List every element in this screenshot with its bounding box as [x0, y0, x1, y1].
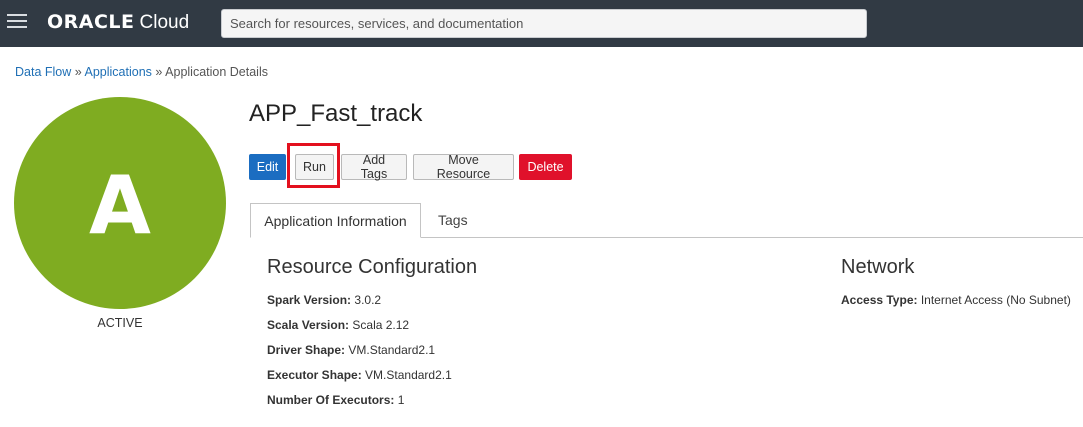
move-resource-button[interactable]: Move Resource [413, 153, 514, 181]
field-value: VM.Standard2.1 [348, 343, 436, 357]
breadcrumb-current: Application Details [165, 65, 268, 79]
executor-shape-field: Executor Shape: VM.Standard2.1 [267, 368, 452, 382]
access-type-field: Access Type: Internet Access (No Subnet) [841, 293, 1071, 307]
menu-icon[interactable] [7, 14, 27, 30]
oracle-cloud-logo[interactable]: ORACLE Cloud [47, 11, 189, 37]
breadcrumb: Data Flow » Applications » Application D… [15, 65, 268, 79]
field-value: Scala 2.12 [352, 318, 410, 332]
field-label: Number Of Executors: [267, 393, 395, 407]
field-label: Executor Shape: [267, 368, 362, 382]
logo-brand: ORACLE [47, 11, 135, 33]
breadcrumb-data-flow[interactable]: Data Flow [15, 65, 71, 79]
edit-button[interactable]: Edit [249, 154, 286, 180]
page-title: APP_Fast_track [249, 100, 423, 127]
field-label: Spark Version: [267, 293, 352, 307]
field-label: Access Type: [841, 293, 918, 307]
field-label: Driver Shape: [267, 343, 346, 357]
run-button[interactable]: Run [295, 154, 334, 180]
spark-version-field: Spark Version: 3.0.2 [267, 293, 381, 307]
field-value: Internet Access (No Subnet) [920, 293, 1071, 307]
field-value: 1 [397, 393, 405, 407]
add-tags-button[interactable]: Add Tags [341, 153, 407, 181]
breadcrumb-applications[interactable]: Applications [85, 65, 152, 79]
application-avatar: A [14, 97, 226, 309]
tab-application-information[interactable]: Application Information [250, 203, 421, 238]
status-label: ACTIVE [97, 316, 143, 330]
tab-tags[interactable]: Tags [438, 212, 468, 228]
field-value: VM.Standard2.1 [365, 368, 452, 382]
breadcrumb-separator: » [74, 65, 82, 79]
resource-configuration-heading: Resource Configuration [267, 256, 478, 278]
field-value: 3.0.2 [354, 293, 382, 307]
scala-version-field: Scala Version: Scala 2.12 [267, 318, 409, 332]
logo-product: Cloud [139, 12, 190, 33]
driver-shape-field: Driver Shape: VM.Standard2.1 [267, 343, 435, 357]
avatar-letter: A [89, 159, 151, 252]
field-label: Scala Version: [267, 318, 350, 332]
breadcrumb-separator: » [155, 65, 163, 79]
top-navigation-bar: ORACLE Cloud [0, 0, 1083, 47]
number-of-executors-field: Number Of Executors: 1 [267, 393, 404, 407]
delete-button[interactable]: Delete [519, 154, 572, 180]
network-heading: Network [841, 256, 915, 278]
search-input[interactable] [221, 9, 867, 38]
